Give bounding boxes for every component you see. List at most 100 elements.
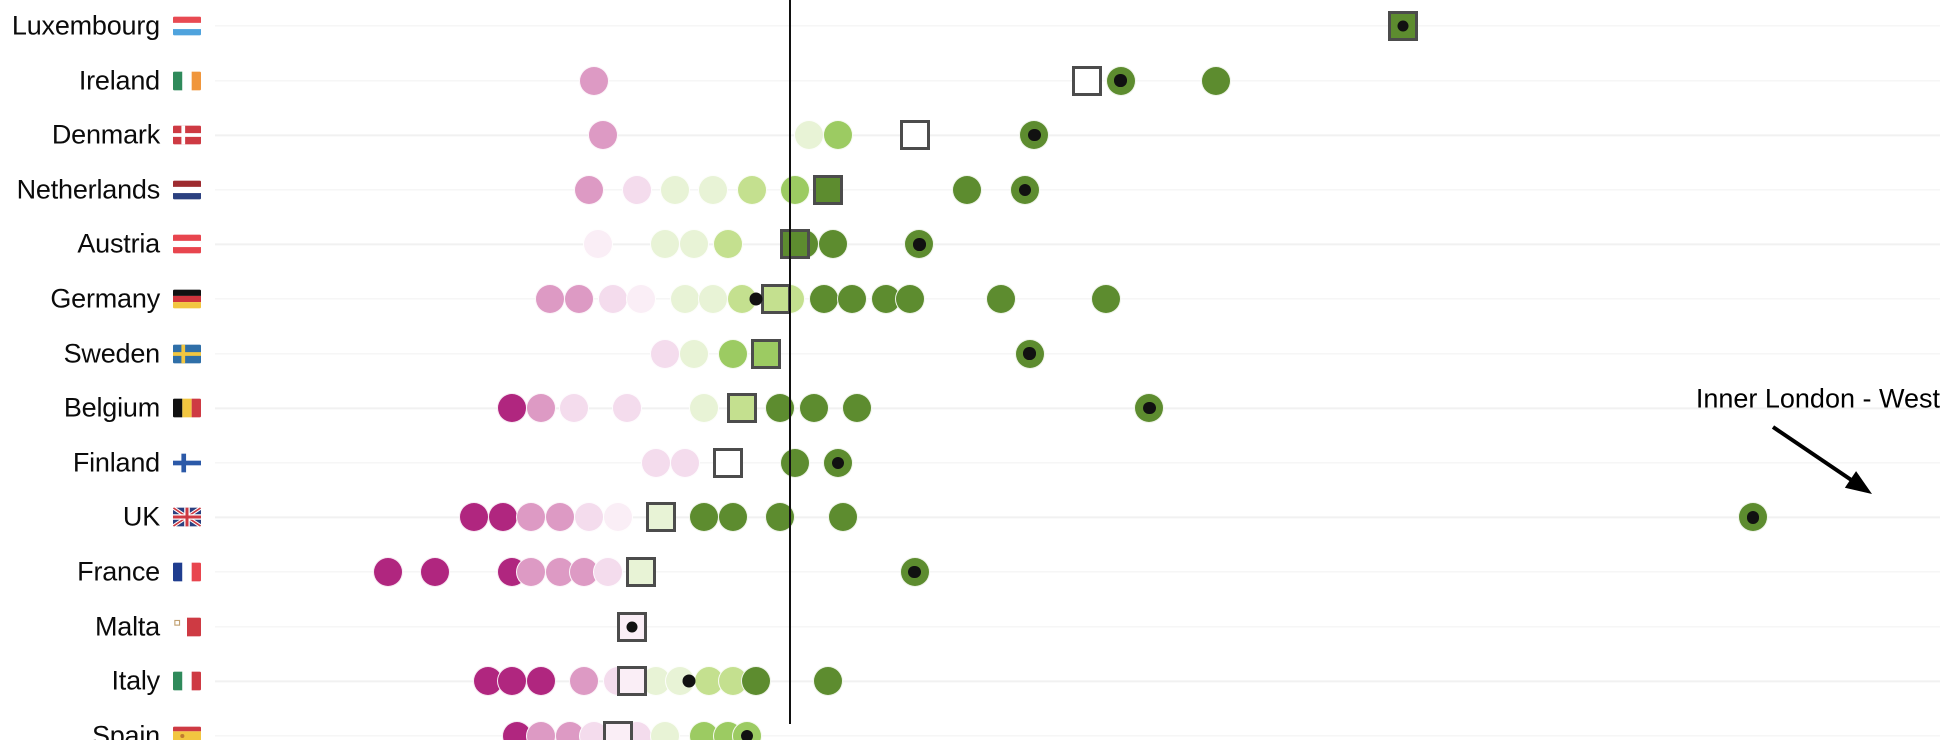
- annotation-label: Inner London - West: [1695, 383, 1940, 414]
- region-point: [717, 502, 748, 533]
- region-point: [1201, 65, 1232, 96]
- region-point: [669, 284, 700, 314]
- region-point: [525, 666, 556, 697]
- capital-dot: [831, 456, 845, 469]
- region-point: [372, 557, 403, 587]
- flag-netherlands-icon: [173, 180, 201, 200]
- flag-italy-icon: [173, 671, 201, 691]
- country-median-marker: [760, 284, 791, 314]
- region-point: [420, 557, 451, 587]
- region-point: [779, 447, 810, 478]
- region-point: [525, 720, 556, 740]
- capital-dot: [626, 621, 638, 633]
- country-label: UK: [122, 501, 160, 532]
- capital-region-marker: [731, 720, 762, 740]
- capital-dot: [1143, 402, 1156, 415]
- region-point: [559, 393, 590, 424]
- country-median-marker: [899, 120, 930, 151]
- region-point: [545, 502, 575, 533]
- row-gridline: [215, 298, 1940, 300]
- region-point: [612, 393, 643, 424]
- capital-dot: [740, 729, 754, 740]
- country-label: Luxembourg: [11, 10, 160, 41]
- region-point: [985, 284, 1016, 314]
- country-median-marker: [727, 393, 758, 424]
- row-gridline: [215, 735, 1940, 737]
- capital-dot: [1018, 183, 1031, 196]
- flag-luxembourg-icon: [173, 16, 201, 36]
- flag-sweden-icon: [173, 344, 201, 363]
- region-point: [818, 229, 849, 260]
- region-point: [588, 120, 619, 151]
- region-point: [535, 284, 566, 314]
- region-point: [626, 284, 657, 314]
- country-median-marker: [813, 174, 844, 205]
- country-median-marker: [616, 666, 647, 697]
- flag-malta-icon: [173, 617, 201, 636]
- row-gridline: [215, 352, 1940, 355]
- region-point: [650, 338, 681, 369]
- country-label: Spain: [91, 720, 160, 740]
- capital-region-marker: [1014, 338, 1045, 369]
- region-point: [458, 502, 489, 533]
- flag-belgium-icon: [173, 398, 201, 418]
- region-point: [741, 666, 772, 697]
- row-gridline: [215, 134, 1940, 136]
- region-point: [688, 393, 719, 424]
- region-point: [621, 174, 652, 205]
- region-point: [669, 447, 700, 478]
- country-label: Malta: [94, 611, 160, 642]
- region-point: [952, 174, 983, 205]
- region-point: [894, 284, 925, 314]
- row-gridline: [215, 462, 1940, 464]
- flag-france-icon: [173, 562, 201, 582]
- annotation-arrow-icon: [1771, 425, 1872, 494]
- region-point: [813, 666, 844, 697]
- zero-reference-line: [788, 0, 792, 724]
- regional-dot-plot: Luxembourg Ireland Denmark Netherlands Austr…: [0, 0, 1952, 740]
- region-point: [794, 120, 825, 151]
- region-point: [650, 720, 681, 740]
- country-median-marker: [751, 338, 782, 369]
- capital-dot: [1023, 347, 1036, 360]
- capital-region-marker: [1019, 120, 1050, 151]
- country-label: Finland: [72, 447, 160, 478]
- region-point: [712, 229, 743, 260]
- region-point: [736, 174, 767, 205]
- region-point: [660, 174, 690, 205]
- region-point: [487, 502, 518, 533]
- capital-region-marker: [1009, 174, 1040, 205]
- capital-dot: [749, 292, 763, 306]
- region-point: [497, 393, 528, 424]
- region-point: [650, 229, 681, 260]
- region-point: [798, 393, 829, 424]
- region-point: [822, 120, 853, 151]
- country-label: Belgium: [63, 392, 160, 423]
- country-label: Denmark: [51, 119, 160, 150]
- capital-region-marker: [822, 447, 853, 478]
- country-median-marker: [602, 720, 633, 740]
- row-gridline: [215, 243, 1940, 246]
- capital-region-marker: [1134, 393, 1165, 424]
- capital-region-marker: [904, 229, 935, 260]
- region-point: [698, 174, 729, 205]
- row-gridline: [215, 625, 1940, 628]
- flag-uk-icon: [173, 507, 201, 527]
- capital-dot: [913, 238, 926, 251]
- region-point: [573, 174, 604, 205]
- region-point: [698, 284, 729, 314]
- country-median-marker: [626, 557, 657, 587]
- capital-dot: [908, 565, 921, 579]
- region-point: [516, 502, 547, 533]
- region-point: [1091, 284, 1122, 314]
- region-point: [808, 284, 839, 314]
- flag-ireland-icon: [173, 71, 201, 90]
- region-point: [578, 65, 609, 96]
- flag-denmark-icon: [173, 125, 201, 145]
- country-label: Germany: [50, 283, 160, 314]
- capital-dot: [1028, 129, 1041, 142]
- country-label: Sweden: [63, 338, 161, 369]
- region-point: [602, 502, 633, 533]
- region-point: [564, 284, 595, 314]
- capital-region-marker: [899, 557, 930, 587]
